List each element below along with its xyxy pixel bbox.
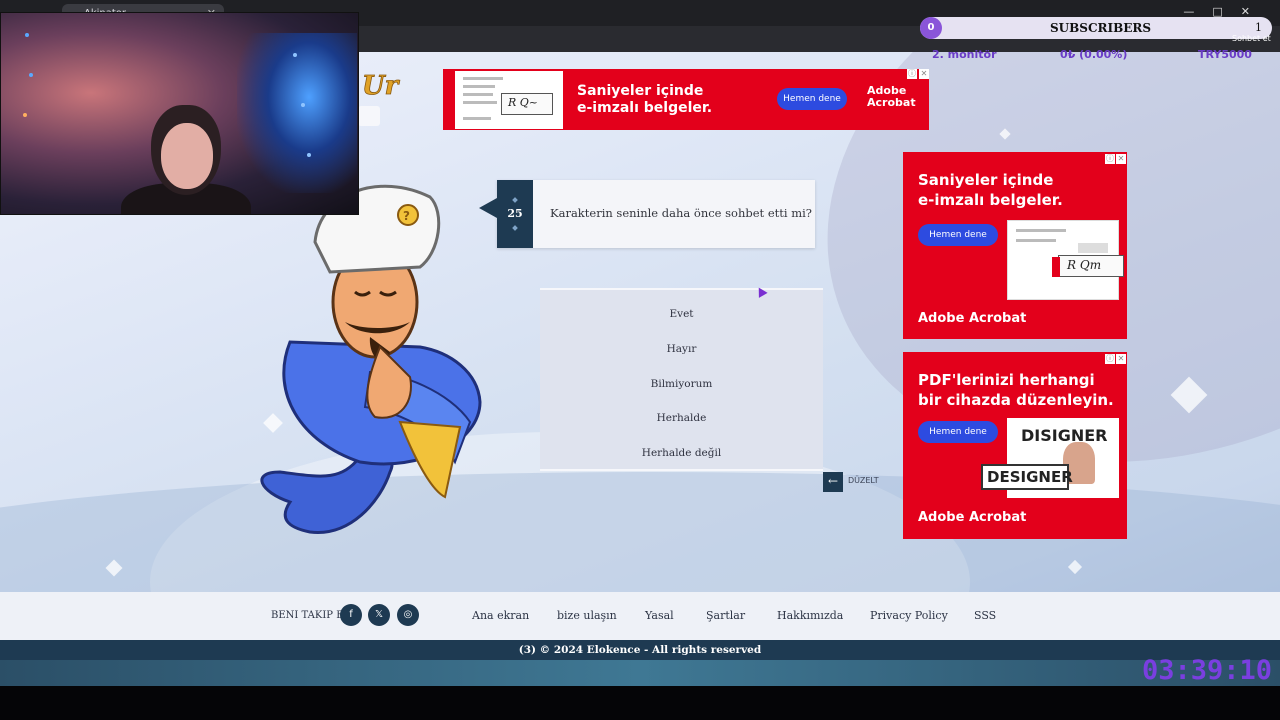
ad-cta-button[interactable]: Hemen dene	[777, 88, 847, 110]
string-light	[29, 73, 33, 77]
taskbar-area	[0, 686, 1280, 720]
facebook-icon[interactable]: f	[340, 604, 362, 626]
ad-close-icon[interactable]: ✕	[1116, 354, 1126, 364]
side-ad-2[interactable]: ⓘ ✕ PDF'lerinizi herhangi bir cihazda dü…	[903, 352, 1127, 539]
ad-designer-label: DESIGNER	[981, 464, 1073, 490]
footer-link-home[interactable]: Ana ekran	[472, 609, 529, 622]
footer-link-faq[interactable]: SSS	[974, 609, 996, 622]
footer-link-terms[interactable]: Şartlar	[706, 609, 745, 622]
stream-timer: 03:39:10	[1142, 655, 1273, 686]
svg-text:Ur: Ur	[362, 71, 401, 100]
ad-headline: Saniyeler içinde e-imzalı belgeler.	[918, 171, 1063, 209]
instagram-icon[interactable]: ◎	[397, 604, 419, 626]
footer-link-legal[interactable]: Yasal	[645, 609, 674, 622]
subscriber-label: SUBSCRIBERS	[1050, 21, 1152, 35]
language-selector[interactable]	[358, 106, 380, 126]
string-light	[307, 153, 311, 157]
ad-document-image: R Q~	[455, 71, 563, 129]
back-arrow-icon[interactable]: ←	[823, 472, 843, 492]
answer-probably-not[interactable]: Herhalde değil	[540, 447, 823, 459]
answer-dont-know[interactable]: Bilmiyorum	[540, 378, 823, 390]
dot-icon	[512, 197, 518, 203]
question-card: 25 Karakterin seninle daha önce sohbet e…	[479, 180, 815, 248]
ad-cta-button[interactable]: Hemen dene	[918, 224, 998, 246]
dot-icon	[512, 225, 518, 231]
webcam-overlay	[0, 12, 359, 215]
streamer-face	[161, 123, 213, 189]
ad-info-icon[interactable]: ⓘ	[907, 69, 917, 79]
ad-info-icon[interactable]: ⓘ	[1105, 154, 1115, 164]
ad-brand: Adobe Acrobat	[918, 510, 1027, 525]
ad-brand: Adobe Acrobat	[918, 311, 1027, 326]
question-number: 25	[507, 207, 523, 220]
answer-no[interactable]: Hayır	[540, 343, 823, 355]
banner-ad[interactable]: R Q~ Saniyeler içinde e-imzalı belgeler.…	[443, 69, 929, 130]
ad-cta-button[interactable]: Hemen dene	[918, 421, 998, 443]
answer-yes[interactable]: Evet	[540, 308, 823, 320]
back-label[interactable]: DÜZELT	[848, 476, 879, 485]
ad-close-icon[interactable]: ✕	[919, 69, 929, 79]
ad-document-image: R Qm	[1007, 220, 1124, 300]
follow-label: BENI TAKIP ET	[271, 610, 351, 621]
ad-headline: Saniyeler içinde e-imzalı belgeler.	[577, 83, 713, 116]
question-text: Karakterin seninle daha önce sohbet etti…	[550, 206, 812, 220]
ad-close-icon[interactable]: ✕	[1116, 154, 1126, 164]
answer-probably[interactable]: Herhalde	[540, 412, 823, 424]
string-light	[23, 113, 27, 117]
footer-link-privacy[interactable]: Privacy Policy	[870, 609, 948, 622]
monitor-code: TRY5000	[1198, 48, 1252, 61]
string-light	[25, 33, 29, 37]
monitor-label: 2. monitör	[932, 48, 997, 61]
donation-row: 2. monitör 0₺ (0.00%) TRY5000	[932, 48, 1272, 64]
ad-brand: Adobe Acrobat	[867, 84, 916, 109]
string-light	[293, 53, 297, 57]
ad-info-icon[interactable]: ⓘ	[1105, 354, 1115, 364]
light-glow	[237, 33, 357, 193]
genie-illustration: ?	[260, 184, 482, 534]
subscriber-start: 0	[920, 17, 942, 39]
chat-button[interactable]: Sohbet et	[1232, 34, 1271, 43]
subscriber-count: 1	[1255, 21, 1262, 34]
question-number-box: 25	[497, 180, 533, 248]
string-light	[301, 103, 305, 107]
monitor-value: 0₺ (0.00%)	[1060, 48, 1128, 61]
svg-text:?: ?	[403, 209, 410, 223]
question-tail	[479, 198, 497, 218]
signature-image: R Q~	[501, 93, 553, 115]
subscriber-goal-bar: 0 SUBSCRIBERS 1	[920, 17, 1272, 39]
footer-link-contact[interactable]: bize ulaşın	[557, 609, 617, 622]
ad-headline: PDF'lerinizi herhangi bir cihazda düzenl…	[918, 371, 1114, 409]
footer: BENI TAKIP ET f 𝕏 ◎ Ana ekran bize ulaşı…	[0, 592, 1280, 640]
x-icon[interactable]: 𝕏	[368, 604, 390, 626]
footer-link-about[interactable]: Hakkımızda	[777, 609, 843, 622]
side-ad-1[interactable]: ⓘ ✕ Saniyeler içinde e-imzalı belgeler. …	[903, 152, 1127, 339]
answers-panel: Evet Hayır Bilmiyorum Herhalde Herhalde …	[540, 288, 823, 471]
bottom-decor-strip	[0, 660, 1280, 686]
akinator-logo[interactable]: Ur	[362, 70, 407, 107]
copyright-bar: (3) © 2024 Elokence - All rights reserve…	[0, 640, 1280, 660]
